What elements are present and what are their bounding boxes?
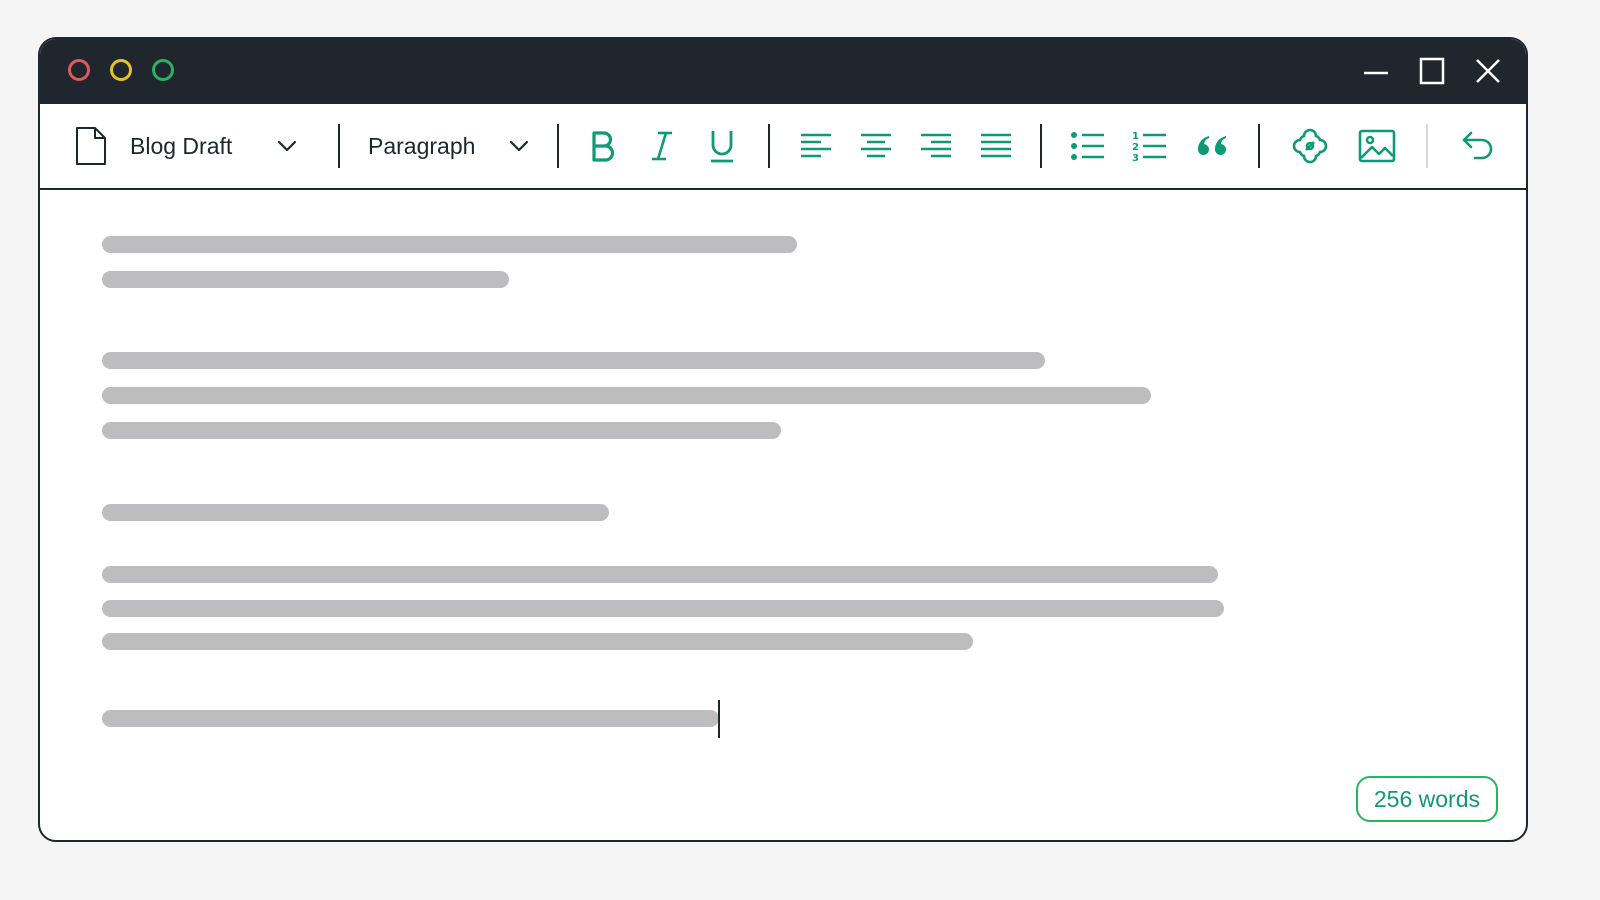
text-line-placeholder — [102, 236, 797, 253]
toolbar-divider — [1426, 124, 1428, 168]
image-icon[interactable] — [1355, 124, 1399, 168]
block-format-select[interactable]: Paragraph — [368, 104, 475, 188]
svg-text:2: 2 — [1132, 142, 1139, 153]
undo-icon[interactable] — [1456, 124, 1500, 168]
chevron-down-icon[interactable] — [276, 104, 300, 188]
minimize-icon[interactable] — [1360, 55, 1392, 87]
text-cursor — [718, 700, 720, 738]
word-count-badge: 256 words — [1355, 776, 1498, 822]
toolbar-divider — [768, 124, 770, 168]
link-icon[interactable] — [1288, 124, 1332, 168]
toolbar-divider — [557, 124, 559, 168]
align-center-icon[interactable] — [854, 124, 898, 168]
align-justify-icon[interactable] — [974, 124, 1018, 168]
text-line-placeholder — [102, 710, 719, 727]
svg-text:1: 1 — [1132, 131, 1139, 142]
text-line-placeholder — [102, 422, 781, 439]
toolbar-divider — [338, 124, 340, 168]
bullet-list-icon[interactable] — [1066, 124, 1110, 168]
text-line-placeholder — [102, 600, 1224, 617]
editor-content-area[interactable]: 256 words — [40, 190, 1526, 840]
toolbar-divider — [1258, 124, 1260, 168]
editor-window: Blog Draft Paragraph 1 2 3 256 words — [38, 37, 1528, 842]
underline-icon[interactable] — [700, 124, 744, 168]
close-dot-button[interactable] — [68, 59, 90, 81]
title-bar — [40, 39, 1526, 104]
zoom-dot-button[interactable] — [152, 59, 174, 81]
document-icon — [74, 104, 110, 188]
document-title[interactable]: Blog Draft — [130, 104, 232, 188]
align-left-icon[interactable] — [794, 124, 838, 168]
text-line-placeholder — [102, 271, 509, 288]
bold-icon[interactable] — [580, 124, 624, 168]
close-icon[interactable] — [1472, 55, 1504, 87]
align-right-icon[interactable] — [914, 124, 958, 168]
text-line-placeholder — [102, 566, 1218, 583]
svg-text:3: 3 — [1132, 153, 1139, 163]
formatting-toolbar: Blog Draft Paragraph 1 2 3 — [40, 104, 1526, 190]
italic-icon[interactable] — [640, 124, 684, 168]
numbered-list-icon[interactable]: 123 — [1128, 124, 1172, 168]
blockquote-icon[interactable] — [1190, 124, 1234, 168]
maximize-icon[interactable] — [1416, 55, 1448, 87]
text-line-placeholder — [102, 352, 1045, 369]
text-line-placeholder — [102, 633, 973, 650]
toolbar-divider — [1040, 124, 1042, 168]
minimize-dot-button[interactable] — [110, 59, 132, 81]
chevron-down-icon[interactable] — [508, 104, 532, 188]
text-line-placeholder — [102, 504, 609, 521]
text-line-placeholder — [102, 387, 1151, 404]
